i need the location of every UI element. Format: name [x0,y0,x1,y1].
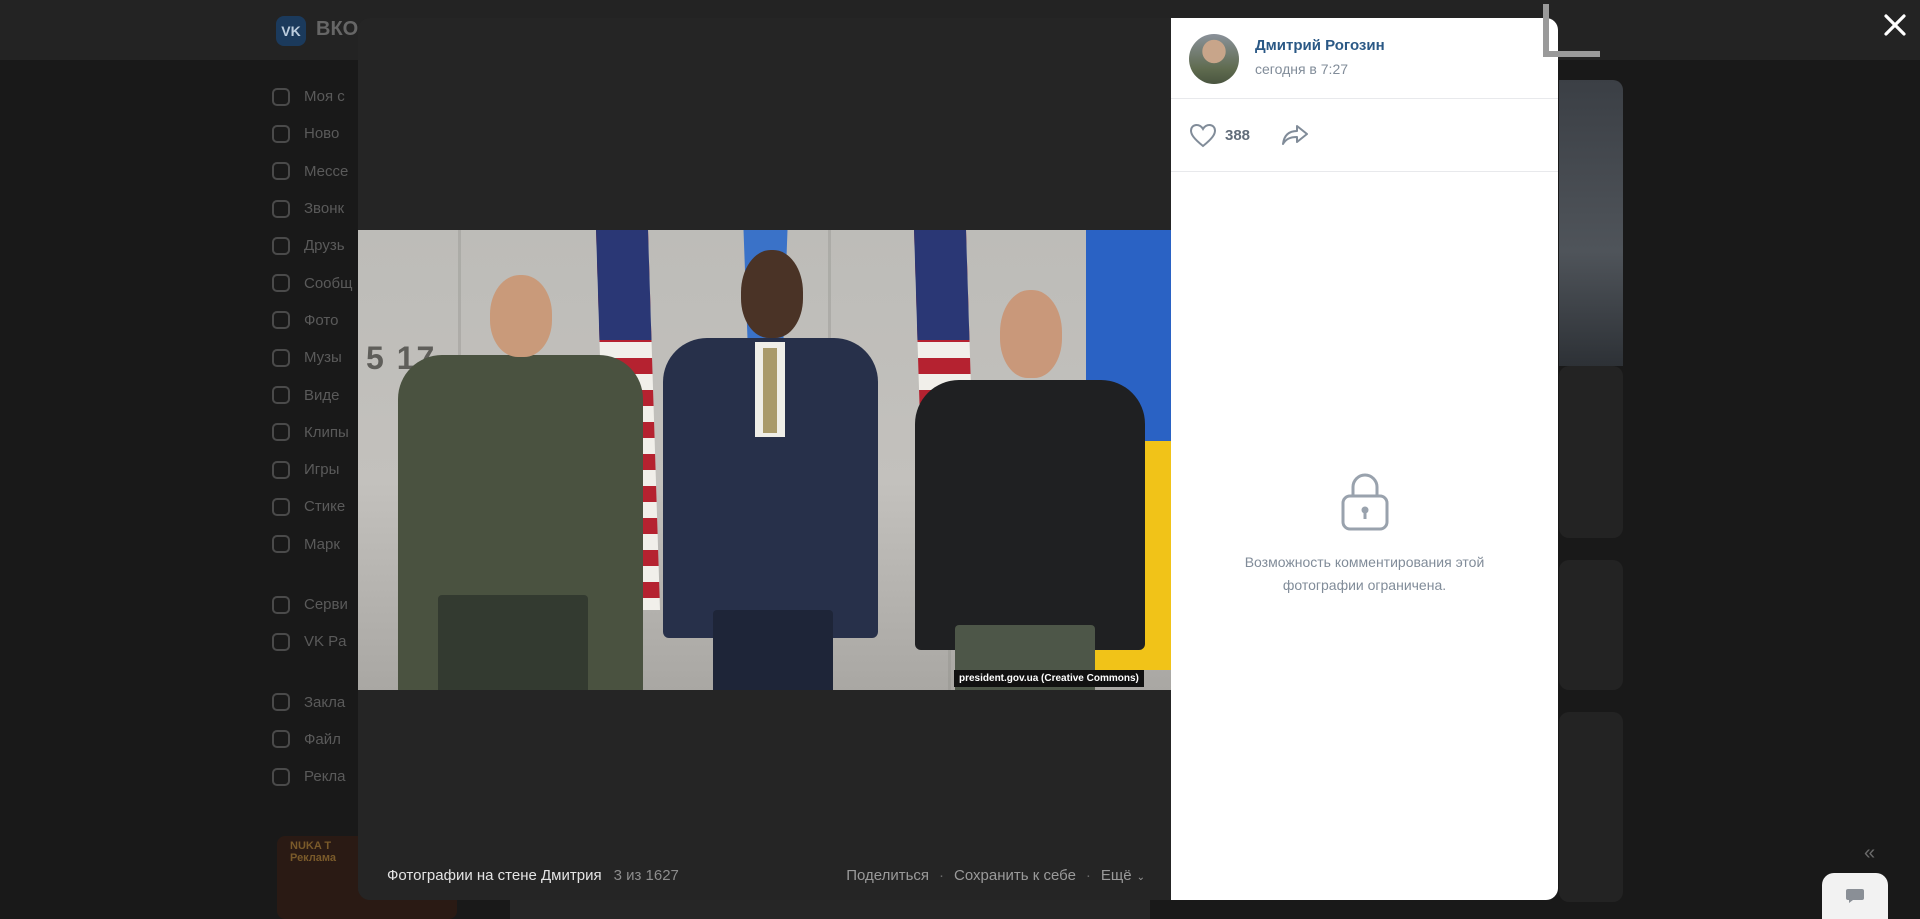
share-link[interactable]: Поделиться [846,867,929,884]
nav-icon [272,460,290,479]
vk-logo-icon: VK [276,16,306,46]
separator: · [939,866,945,884]
nav-icon [272,767,290,786]
photo-counter: 3 из 1627 [613,866,679,884]
collapse-arrows-icon[interactable]: « [1864,842,1875,865]
nav-icon [272,199,290,218]
nav-icon [272,162,290,181]
chat-launcher-button[interactable] [1822,873,1888,919]
footer-actions: Поделиться · Сохранить к себе · Ещё ⌄ [846,867,1145,884]
photo-area[interactable]: 5 17 president.gov.ua (Creative Commons)… [358,18,1171,900]
nav-icon [272,87,290,106]
post-time[interactable]: сегодня в 7:27 [1255,61,1348,77]
comments-locked-text: Возможность комментирования этой фотогра… [1244,554,1485,593]
background-card [1559,712,1623,902]
background-feed-strip [510,900,1150,919]
more-label: Ещё [1100,866,1132,884]
nav-icon [272,348,290,367]
more-menu-button[interactable]: Ещё ⌄ [1101,867,1145,884]
separator: · [1085,866,1091,884]
comments-locked: Возможность комментирования этой фотогра… [1171,470,1558,597]
corner-bracket-icon [1543,4,1600,57]
photo[interactable]: 5 17 president.gov.ua (Creative Commons) [358,230,1171,690]
heart-icon [1189,123,1217,147]
chevron-down-icon: ⌄ [1136,871,1145,883]
nav-icon [272,311,290,330]
nav-icon [272,386,290,405]
nav-icon [272,632,290,651]
nav-icon [272,124,290,143]
photo-info-panel: Дмитрий Рогозин сегодня в 7:27 388 Возмо… [1171,18,1558,900]
nav-icon [272,730,290,749]
close-icon[interactable] [1880,10,1910,40]
share-button[interactable] [1280,123,1310,147]
avatar[interactable] [1189,34,1239,84]
album-title-link[interactable]: Фотографии на стене Дмитрия [387,867,602,884]
photo-credit: president.gov.ua (Creative Commons) [954,670,1144,687]
nav-icon [272,497,290,516]
lock-icon [1341,473,1388,531]
like-count: 388 [1225,126,1251,144]
background-card [1559,560,1623,690]
photo-viewer: 5 17 president.gov.ua (Creative Commons)… [358,18,1558,900]
like-button[interactable]: 388 [1189,123,1250,148]
actions-row: 388 [1171,99,1558,172]
author-name-link[interactable]: Дмитрий Рогозин [1255,37,1385,54]
nav-icon [272,693,290,712]
nav-icon [272,274,290,293]
chat-bubble-icon [1846,889,1864,903]
viewer-footer: Фотографии на стене Дмитрия 3 из 1627 По… [358,858,1171,892]
background-ad-label: NUKA T Реклама [290,840,337,864]
vk-logo-text: ВКО [316,18,359,40]
nav-icon [272,423,290,442]
share-arrow-icon [1282,125,1309,145]
author-row: Дмитрий Рогозин сегодня в 7:27 [1171,18,1558,99]
background-card [1559,366,1623,538]
nav-icon [272,535,290,554]
save-link[interactable]: Сохранить к себе [954,867,1076,884]
nav-icon [272,236,290,255]
nav-icon [272,595,290,614]
background-photo [1559,80,1623,366]
